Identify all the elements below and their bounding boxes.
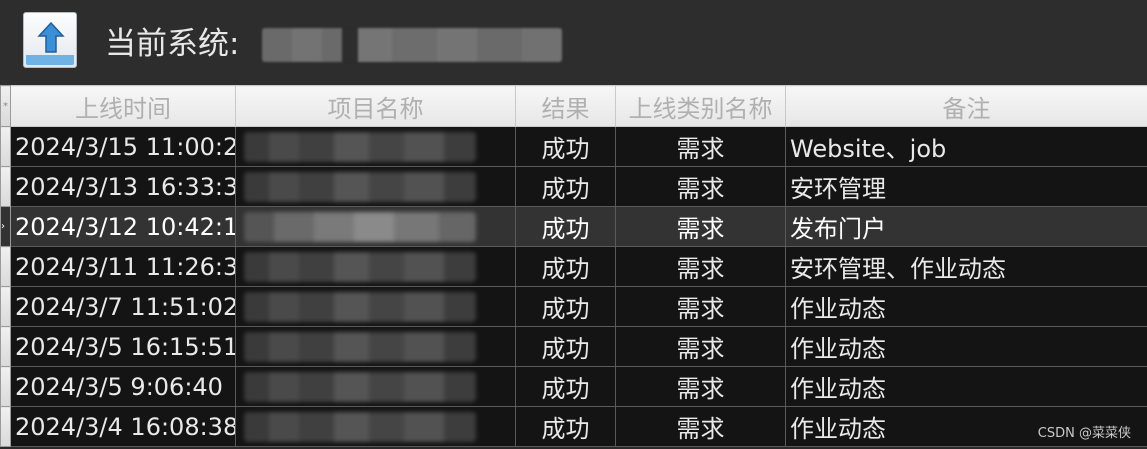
column-header-category[interactable]: 上线类别名称 — [615, 85, 786, 127]
cell-result[interactable]: 成功 — [515, 366, 616, 407]
cell-category[interactable]: 需求 — [615, 206, 786, 247]
cell-note[interactable]: 作业动态 — [785, 366, 1147, 407]
cell-time[interactable]: 2024/3/11 11:26:31 — [10, 246, 236, 287]
cell-result[interactable]: 成功 — [515, 206, 616, 247]
cell-category[interactable]: 需求 — [615, 366, 786, 407]
table-header-row: * 上线时间 项目名称 结果 上线类别名称 备注 — [0, 85, 1147, 127]
cell-note[interactable]: 作业动态 — [785, 286, 1147, 327]
cell-category[interactable]: 需求 — [615, 286, 786, 327]
cell-result[interactable]: 成功 — [515, 166, 616, 207]
cell-result[interactable]: 成功 — [515, 126, 616, 167]
column-header-result[interactable]: 结果 — [515, 85, 616, 127]
cell-time[interactable]: 2024/3/15 11:00:25 — [10, 126, 236, 167]
cell-time[interactable]: 2024/3/5 16:15:51 — [10, 326, 236, 367]
table-row[interactable]: 2024/3/15 11:00:25 成功 需求 Website、job — [0, 126, 1147, 167]
cell-time[interactable]: 2024/3/12 10:42:13 — [10, 206, 236, 247]
cell-project-redacted[interactable] — [235, 326, 516, 367]
cell-category[interactable]: 需求 — [615, 126, 786, 167]
cell-time[interactable]: 2024/3/4 16:08:38 — [10, 406, 236, 447]
row-header[interactable] — [0, 126, 11, 167]
up-arrow-icon — [37, 21, 65, 53]
up-button-bar — [26, 55, 74, 65]
cell-time[interactable]: 2024/3/5 9:06:40 — [10, 366, 236, 407]
system-name-redacted — [262, 28, 562, 62]
cell-category[interactable]: 需求 — [615, 406, 786, 447]
row-header[interactable] — [0, 406, 11, 447]
table-row[interactable]: 2024/3/5 9:06:40 成功 需求 作业动态 — [0, 366, 1147, 407]
column-header-note[interactable]: 备注 — [785, 85, 1147, 127]
table-row[interactable]: 2024/3/4 16:08:38 成功 需求 作业动态 — [0, 406, 1147, 447]
cell-result[interactable]: 成功 — [515, 406, 616, 447]
row-pointer-icon[interactable]: › — [0, 206, 11, 247]
cell-category[interactable]: 需求 — [615, 246, 786, 287]
cell-project-redacted[interactable] — [235, 206, 516, 247]
cell-note[interactable]: 发布门户 — [785, 206, 1147, 247]
row-header[interactable] — [0, 366, 11, 407]
row-header[interactable] — [0, 246, 11, 287]
cell-project-redacted[interactable] — [235, 166, 516, 207]
column-header-project[interactable]: 项目名称 — [235, 85, 516, 127]
table-row[interactable]: 2024/3/11 11:26:31 成功 需求 安环管理、作业动态 — [0, 246, 1147, 287]
table-row[interactable]: 2024/3/13 16:33:33 成功 需求 安环管理 — [0, 166, 1147, 207]
watermark: CSDN @菜菜侠 — [1037, 426, 1131, 441]
release-table: * 上线时间 项目名称 结果 上线类别名称 备注 2024/3/15 11:00… — [0, 85, 1147, 447]
cell-note[interactable]: Website、job — [785, 126, 1147, 167]
cell-note[interactable]: 安环管理、作业动态 — [785, 246, 1147, 287]
cell-category[interactable]: 需求 — [615, 326, 786, 367]
row-header[interactable] — [0, 286, 11, 327]
cell-project-redacted[interactable] — [235, 286, 516, 327]
cell-project-redacted[interactable] — [235, 246, 516, 287]
cell-note[interactable]: 作业动态 — [785, 326, 1147, 367]
cell-project-redacted[interactable] — [235, 126, 516, 167]
up-button[interactable] — [23, 12, 77, 68]
column-header-time[interactable]: 上线时间 — [10, 85, 236, 127]
cell-note[interactable]: 安环管理 — [785, 166, 1147, 207]
row-header[interactable] — [0, 326, 11, 367]
cell-project-redacted[interactable] — [235, 366, 516, 407]
cell-time[interactable]: 2024/3/7 11:51:02 — [10, 286, 236, 327]
cell-project-redacted[interactable] — [235, 406, 516, 447]
row-header[interactable] — [0, 166, 11, 207]
select-all-corner[interactable]: * — [0, 85, 11, 127]
system-label: 当前系统: — [105, 26, 240, 62]
cell-result[interactable]: 成功 — [515, 246, 616, 287]
cell-time[interactable]: 2024/3/13 16:33:33 — [10, 166, 236, 207]
table-row[interactable]: 2024/3/5 16:15:51 成功 需求 作业动态 — [0, 326, 1147, 367]
top-bar: 当前系统: — [0, 0, 1147, 85]
cell-result[interactable]: 成功 — [515, 286, 616, 327]
cell-category[interactable]: 需求 — [615, 166, 786, 207]
table-row[interactable]: 2024/3/7 11:51:02 成功 需求 作业动态 — [0, 286, 1147, 327]
cell-result[interactable]: 成功 — [515, 326, 616, 367]
table-row-selected[interactable]: › 2024/3/12 10:42:13 成功 需求 发布门户 — [0, 206, 1147, 247]
